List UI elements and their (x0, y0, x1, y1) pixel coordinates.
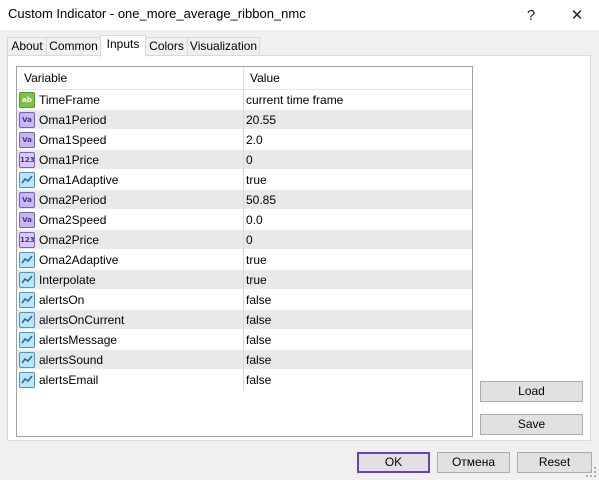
table-row[interactable]: alertsEmail false (17, 370, 472, 390)
cell-divider (243, 330, 244, 350)
table-row[interactable]: alertsMessage false (17, 330, 472, 350)
variable-name: alertsEmail (39, 373, 99, 387)
tab-colors[interactable]: Colors (145, 37, 188, 55)
tab-about[interactable]: About (7, 37, 47, 55)
variable-name: Oma2Adaptive (39, 253, 119, 267)
integer-icon: 123 (19, 232, 35, 248)
cell-divider (243, 150, 244, 170)
tab-common[interactable]: Common (46, 37, 101, 55)
inputs-grid: Variable Value ab TimeFrame current time f… (16, 66, 473, 437)
reset-button[interactable]: Reset (517, 452, 592, 473)
variable-value[interactable]: 0 (246, 233, 253, 247)
variable-value[interactable]: false (246, 293, 271, 307)
close-button[interactable]: ✕ (555, 0, 599, 30)
variable-name: Oma2Price (39, 233, 100, 247)
integer-icon: 123 (19, 152, 35, 168)
resize-grip-icon[interactable] (585, 466, 597, 478)
load-button[interactable]: Load (480, 381, 583, 402)
save-button[interactable]: Save (480, 414, 583, 435)
cell-divider (243, 90, 244, 110)
bool-icon (19, 252, 35, 268)
variable-name: Interpolate (39, 273, 96, 287)
column-header-value[interactable]: Value (250, 71, 280, 85)
variable-value[interactable]: 50.85 (246, 193, 276, 207)
table-row[interactable]: Oma1Adaptive true (17, 170, 472, 190)
variable-value[interactable]: false (246, 373, 271, 387)
double-icon: Va (19, 192, 35, 208)
variable-value[interactable]: true (246, 253, 267, 267)
table-row[interactable]: alertsSound false (17, 350, 472, 370)
cell-divider (243, 170, 244, 190)
help-button[interactable]: ? (509, 0, 553, 30)
double-icon: Va (19, 132, 35, 148)
bool-icon (19, 332, 35, 348)
tab-inputs[interactable]: Inputs (100, 35, 146, 57)
cell-divider (243, 210, 244, 230)
tab-visualization[interactable]: Visualization (187, 37, 260, 55)
variable-value[interactable]: 0.0 (246, 213, 263, 227)
variable-name: Oma2Speed (39, 213, 107, 227)
grid-header: Variable Value (17, 67, 472, 90)
ok-button[interactable]: OK (357, 452, 430, 473)
cell-divider (243, 230, 244, 250)
variable-value[interactable]: 0 (246, 153, 253, 167)
variable-name: alertsSound (39, 353, 104, 367)
cell-divider (243, 130, 244, 150)
variable-value[interactable]: 2.0 (246, 133, 263, 147)
variable-name: Oma1Period (39, 113, 107, 127)
table-row[interactable]: 123 Oma1Price 0 (17, 150, 472, 170)
table-row[interactable]: Oma2Adaptive true (17, 250, 472, 270)
cell-divider (243, 370, 244, 390)
table-row[interactable]: 123 Oma2Price 0 (17, 230, 472, 250)
table-row[interactable]: Va Oma2Speed 0.0 (17, 210, 472, 230)
column-header-variable[interactable]: Variable (24, 71, 67, 85)
table-row[interactable]: alertsOnCurrent false (17, 310, 472, 330)
variable-name: Oma1Speed (39, 133, 107, 147)
variable-value[interactable]: true (246, 273, 267, 287)
bool-icon (19, 272, 35, 288)
cell-divider (243, 290, 244, 310)
variable-name: alertsOnCurrent (39, 313, 125, 327)
cell-divider (243, 310, 244, 330)
variable-name: Oma2Period (39, 193, 107, 207)
cell-divider (243, 190, 244, 210)
variable-name: Oma1Adaptive (39, 173, 119, 187)
bool-icon (19, 312, 35, 328)
double-icon: Va (19, 212, 35, 228)
table-row[interactable]: Interpolate true (17, 270, 472, 290)
variable-name: Oma1Price (39, 153, 100, 167)
variable-name: alertsMessage (39, 333, 118, 347)
close-icon: ✕ (570, 7, 584, 24)
bool-icon (19, 172, 35, 188)
cell-divider (243, 270, 244, 290)
table-row[interactable]: alertsOn false (17, 290, 472, 310)
variable-value[interactable]: 20.55 (246, 113, 276, 127)
window-title: Custom Indicator - one_more_average_ribb… (8, 6, 306, 21)
cell-divider (243, 110, 244, 130)
table-row[interactable]: Va Oma2Period 50.85 (17, 190, 472, 210)
bool-icon (19, 352, 35, 368)
cancel-button[interactable]: Отмена (437, 452, 510, 473)
variable-value[interactable]: false (246, 313, 271, 327)
variable-name: TimeFrame (39, 93, 100, 107)
help-icon: ? (526, 6, 536, 24)
string-icon: ab (19, 92, 35, 108)
variable-value[interactable]: current time frame (246, 93, 343, 107)
double-icon: Va (19, 112, 35, 128)
bool-icon (19, 292, 35, 308)
variable-name: alertsOn (39, 293, 85, 307)
column-divider[interactable] (243, 67, 244, 89)
variable-value[interactable]: false (246, 353, 271, 367)
table-row[interactable]: Va Oma1Speed 2.0 (17, 130, 472, 150)
table-row[interactable]: ab TimeFrame current time frame (17, 90, 472, 110)
table-row[interactable]: Va Oma1Period 20.55 (17, 110, 472, 130)
title-bar: Custom Indicator - one_more_average_ribb… (0, 0, 599, 30)
cell-divider (243, 250, 244, 270)
bool-icon (19, 372, 35, 388)
cell-divider (243, 350, 244, 370)
variable-value[interactable]: true (246, 173, 267, 187)
variable-value[interactable]: false (246, 333, 271, 347)
